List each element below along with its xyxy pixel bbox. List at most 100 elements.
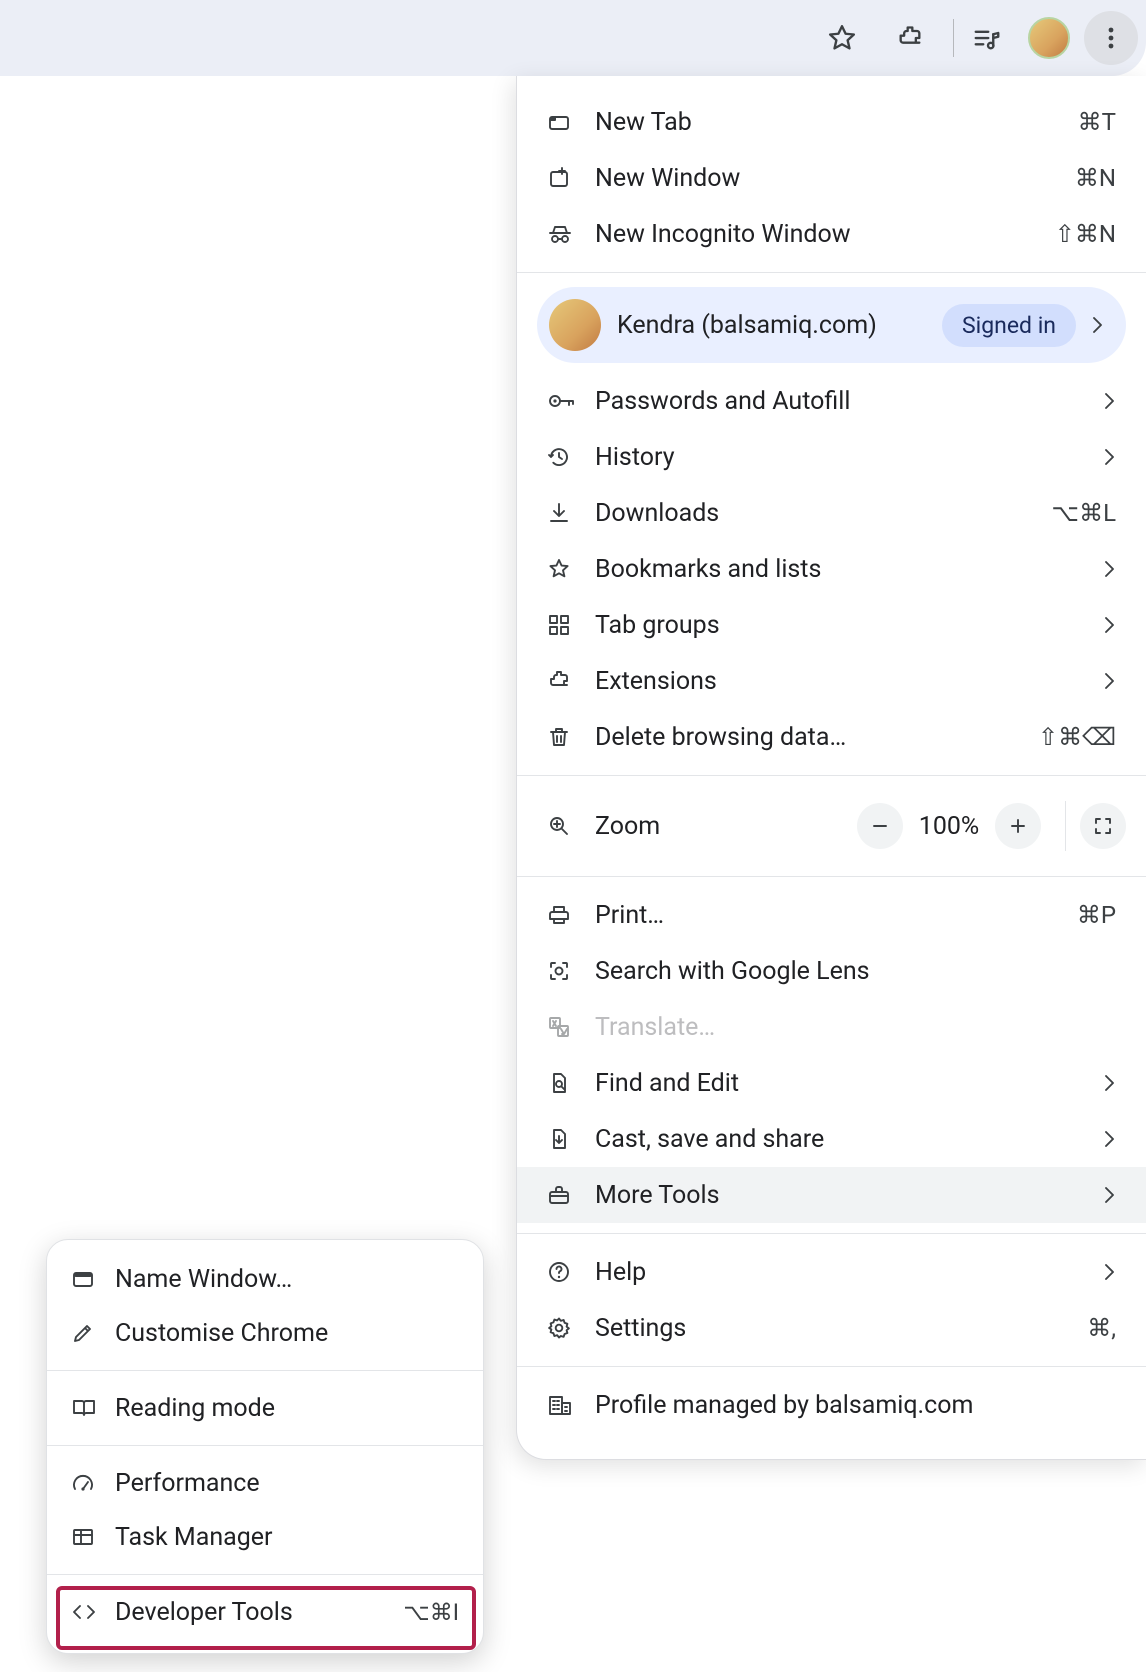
star-icon [547,557,595,581]
chevron-right-icon [1102,446,1116,468]
chevron-right-icon [1102,1128,1116,1150]
menu-label: Help [595,1258,1102,1287]
table-icon [71,1525,115,1549]
menu-label: Task Manager [115,1523,459,1552]
submenu-name-window[interactable]: Name Window… [47,1252,483,1306]
save-icon [547,1127,595,1151]
menu-label: Search with Google Lens [595,957,1116,986]
bookmark-star-icon[interactable] [819,15,865,61]
menu-more-tools[interactable]: More Tools [517,1167,1146,1223]
menu-help[interactable]: Help [517,1244,1146,1300]
menu-label: Translate… [595,1013,1116,1042]
menu-label: Customise Chrome [115,1319,459,1348]
menu-managed-profile[interactable]: Profile managed by balsamiq.com [517,1377,1146,1433]
menu-shortcut: ⇧⌘⌫ [1038,723,1116,751]
help-icon [547,1260,595,1284]
menu-shortcut: ⇧⌘N [1055,220,1116,248]
menu-google-lens[interactable]: Search with Google Lens [517,943,1146,999]
chevron-right-icon [1102,1261,1116,1283]
find-icon [547,1071,595,1095]
pencil-icon [71,1321,115,1345]
menu-extensions[interactable]: Extensions [517,653,1146,709]
menu-label: Print… [595,901,1077,930]
menu-delete-data[interactable]: Delete browsing data… ⇧⌘⌫ [517,709,1146,765]
menu-downloads[interactable]: Downloads ⌥⌘L [517,485,1146,541]
zoom-value: 100% [903,812,995,841]
menu-label: Bookmarks and lists [595,555,1102,584]
browser-toolbar [0,0,1146,76]
menu-new-tab[interactable]: New Tab ⌘T [517,94,1146,150]
new-window-icon [547,166,595,190]
code-icon [71,1600,115,1624]
menu-label: Developer Tools [115,1598,403,1627]
zoom-in-button[interactable] [995,803,1041,849]
signed-in-badge: Signed in [942,304,1076,347]
translate-icon [547,1015,595,1039]
incognito-icon [547,222,595,246]
submenu-developer-tools[interactable]: Developer Tools ⌥⌘I [47,1585,483,1639]
submenu-task-manager[interactable]: Task Manager [47,1510,483,1564]
lens-icon [547,959,595,983]
history-icon [547,445,595,469]
menu-label: New Tab [595,108,1078,137]
chevron-right-icon [1102,1072,1116,1094]
trash-icon [547,725,595,749]
menu-label: Delete browsing data… [595,723,1038,752]
media-control-icon[interactable] [964,15,1010,61]
menu-zoom: Zoom 100% [517,786,1146,866]
menu-label: More Tools [595,1181,1102,1210]
menu-passwords[interactable]: Passwords and Autofill [517,373,1146,429]
download-icon [547,501,595,525]
menu-cast-save-share[interactable]: Cast, save and share [517,1111,1146,1167]
menu-find-edit[interactable]: Find and Edit [517,1055,1146,1111]
menu-shortcut: ⌥⌘L [1051,499,1116,527]
menu-print[interactable]: Print… ⌘P [517,887,1146,943]
menu-label: Name Window… [115,1265,459,1294]
gauge-icon [71,1471,115,1495]
building-icon [547,1393,595,1417]
menu-label: Reading mode [115,1394,459,1423]
menu-shortcut: ⌘T [1078,108,1116,136]
menu-tab-groups[interactable]: Tab groups [517,597,1146,653]
more-menu-button[interactable] [1084,11,1138,65]
submenu-performance[interactable]: Performance [47,1456,483,1510]
fullscreen-button[interactable] [1080,803,1126,849]
menu-shortcut: ⌥⌘I [403,1599,459,1626]
main-menu: New Tab ⌘T New Window ⌘N New Incognito W… [516,76,1146,1460]
menu-history[interactable]: History [517,429,1146,485]
menu-label: Performance [115,1469,459,1498]
profile-avatar[interactable] [1028,17,1070,59]
menu-new-window[interactable]: New Window ⌘N [517,150,1146,206]
submenu-customise-chrome[interactable]: Customise Chrome [47,1306,483,1360]
toolbox-icon [547,1183,595,1207]
submenu-reading-mode[interactable]: Reading mode [47,1381,483,1435]
menu-label: History [595,443,1102,472]
zoom-out-button[interactable] [857,803,903,849]
menu-shortcut: ⌘N [1075,164,1116,192]
menu-label: Tab groups [595,611,1102,640]
menu-label: Find and Edit [595,1069,1102,1098]
profile-avatar [549,299,601,351]
menu-label: Profile managed by balsamiq.com [595,1391,1116,1420]
chevron-right-icon [1090,314,1104,336]
menu-settings[interactable]: Settings ⌘, [517,1300,1146,1356]
toolbar-separator [953,19,954,57]
key-icon [547,389,595,413]
menu-label: Cast, save and share [595,1125,1102,1154]
profile-name: Kendra (balsamiq.com) [617,311,942,340]
menu-new-incognito[interactable]: New Incognito Window ⇧⌘N [517,206,1146,262]
chevron-right-icon [1102,614,1116,636]
menu-profile[interactable]: Kendra (balsamiq.com) Signed in [537,287,1126,363]
separator [1065,801,1066,851]
extensions-icon[interactable] [887,15,933,61]
grid-icon [547,613,595,637]
menu-label: Settings [595,1314,1087,1343]
menu-label: Zoom [595,812,857,841]
menu-bookmarks[interactable]: Bookmarks and lists [517,541,1146,597]
window-icon [71,1267,115,1291]
menu-shortcut: ⌘, [1087,1314,1116,1342]
menu-label: Downloads [595,499,1051,528]
menu-label: Extensions [595,667,1102,696]
menu-label: Passwords and Autofill [595,387,1102,416]
menu-label: New Incognito Window [595,220,1055,249]
